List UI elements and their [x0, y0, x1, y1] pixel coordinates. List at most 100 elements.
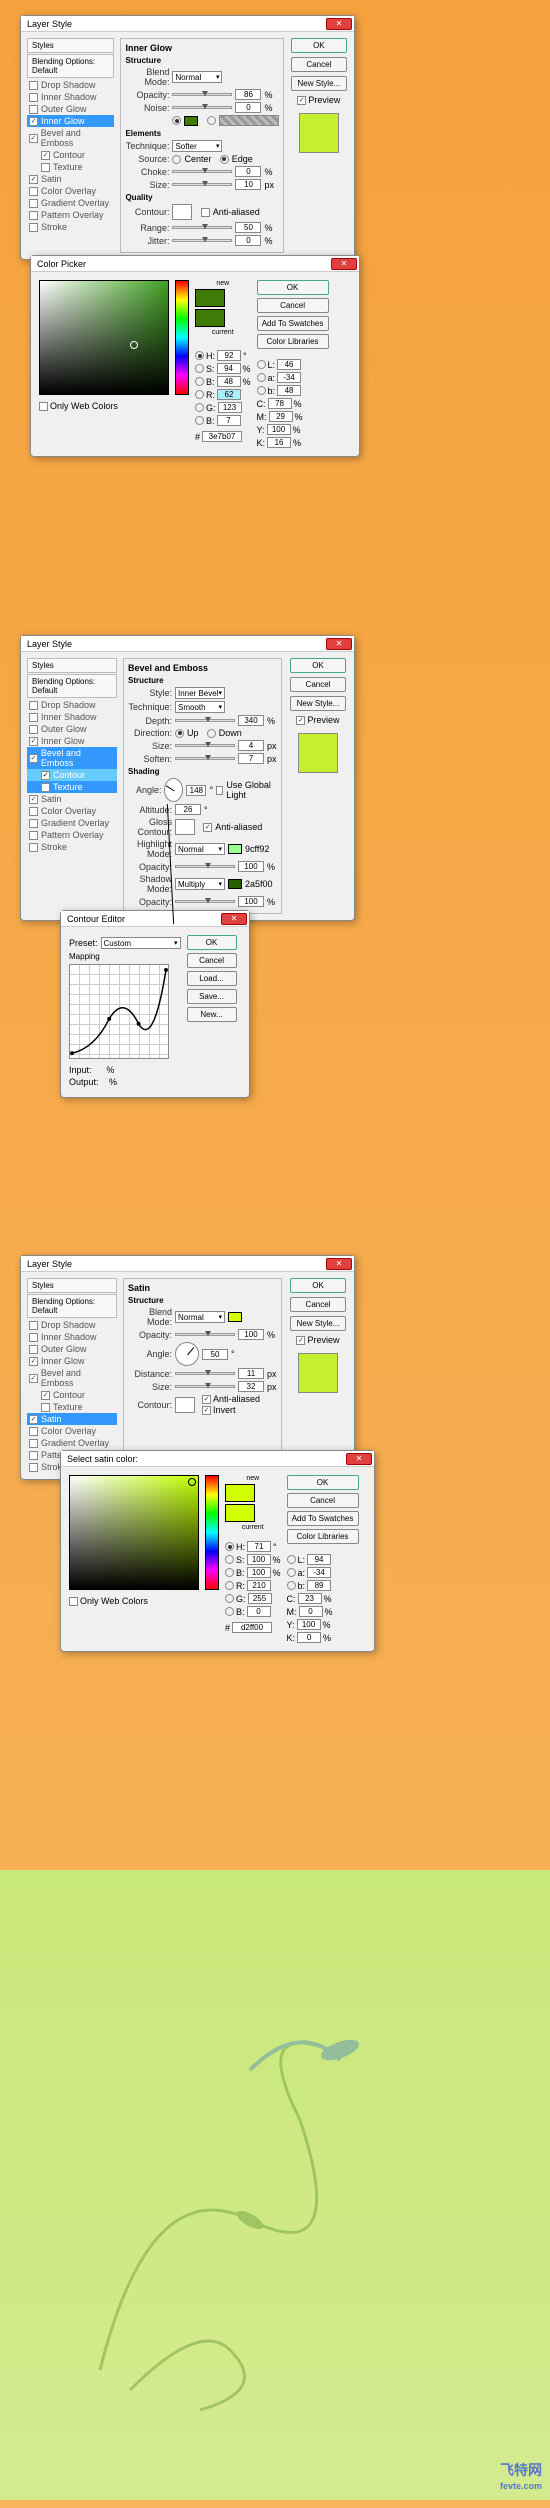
- satin-color-swatch[interactable]: [228, 1312, 242, 1322]
- style-item-inner-glow[interactable]: Inner Glow: [27, 1355, 117, 1367]
- r-radio[interactable]: [195, 390, 204, 399]
- noise-slider[interactable]: [172, 106, 232, 109]
- style-item-inner-shadow[interactable]: Inner Shadow: [27, 1331, 117, 1343]
- size-input[interactable]: 10: [235, 179, 261, 190]
- highlight-color[interactable]: [228, 844, 242, 854]
- b2-input[interactable]: 0: [247, 1606, 271, 1617]
- preview-check[interactable]: [297, 96, 306, 105]
- size-slider[interactable]: [175, 744, 235, 747]
- b2-radio[interactable]: [195, 416, 204, 425]
- color-libraries-button[interactable]: Color Libraries: [287, 1529, 359, 1544]
- gloss-contour-thumb[interactable]: [175, 819, 195, 835]
- s-radio[interactable]: [195, 364, 204, 373]
- h-radio[interactable]: [225, 1542, 234, 1551]
- g-radio[interactable]: [195, 403, 204, 412]
- new-style-button[interactable]: New Style...: [290, 1316, 346, 1331]
- soften-input[interactable]: 7: [238, 753, 264, 764]
- ce-ok-button[interactable]: OK: [187, 935, 237, 950]
- curve-editor[interactable]: [69, 964, 169, 1059]
- style-item-outer-glow[interactable]: Outer Glow: [27, 103, 114, 115]
- h-opacity-input[interactable]: 100: [238, 861, 264, 872]
- choke-slider[interactable]: [172, 170, 232, 173]
- style-item-drop-shadow[interactable]: Drop Shadow: [27, 79, 114, 91]
- c-input[interactable]: 23: [298, 1593, 322, 1604]
- close-icon[interactable]: ✕: [326, 18, 352, 30]
- style-item-contour[interactable]: Contour: [27, 769, 117, 781]
- ce-new-button[interactable]: New...: [187, 1007, 237, 1022]
- style-item-inner-shadow[interactable]: Inner Shadow: [27, 91, 114, 103]
- color-radio[interactable]: [172, 116, 181, 125]
- lab-b-radio[interactable]: [257, 386, 266, 395]
- down-radio[interactable]: [207, 729, 216, 738]
- source-center-radio[interactable]: [172, 155, 181, 164]
- angle-input[interactable]: 148: [186, 785, 206, 796]
- source-edge-radio[interactable]: [220, 155, 229, 164]
- h-input[interactable]: 71: [247, 1541, 271, 1552]
- style-item-gradient-overlay[interactable]: Gradient Overlay: [27, 817, 117, 829]
- technique-select[interactable]: Softer: [172, 140, 222, 152]
- y-input[interactable]: 100: [297, 1619, 321, 1630]
- l-input[interactable]: 94: [307, 1554, 331, 1565]
- s-input[interactable]: 94: [217, 363, 241, 374]
- k-input[interactable]: 0: [297, 1632, 321, 1643]
- new-style-button[interactable]: New Style...: [291, 76, 347, 91]
- s-radio[interactable]: [225, 1555, 234, 1564]
- style-item-stroke[interactable]: Stroke: [27, 841, 117, 853]
- b2-radio[interactable]: [225, 1607, 234, 1616]
- opacity-input[interactable]: 86: [235, 89, 261, 100]
- ce-load-button[interactable]: Load...: [187, 971, 237, 986]
- l-radio[interactable]: [257, 360, 266, 369]
- style-item-color-overlay[interactable]: Color Overlay: [27, 805, 117, 817]
- y-input[interactable]: 100: [267, 424, 291, 435]
- invert-check[interactable]: [202, 1406, 211, 1415]
- blend-mode-select[interactable]: Normal: [172, 71, 222, 83]
- style-item-stroke[interactable]: Stroke: [27, 221, 114, 233]
- new-style-button[interactable]: New Style...: [290, 696, 346, 711]
- only-web-check[interactable]: [69, 1597, 78, 1606]
- style-item-gradient-overlay[interactable]: Gradient Overlay: [27, 1437, 117, 1449]
- add-swatches-button[interactable]: Add To Swatches: [287, 1511, 359, 1526]
- noise-input[interactable]: 0: [235, 102, 261, 113]
- hex-input[interactable]: 3e7b07: [202, 431, 242, 442]
- style-item-texture[interactable]: Texture: [27, 781, 117, 793]
- b-radio[interactable]: [195, 377, 204, 386]
- h-input[interactable]: 92: [217, 350, 241, 361]
- style-item-bevel[interactable]: Bevel and Emboss: [27, 747, 117, 769]
- angle-dial[interactable]: [164, 778, 183, 802]
- h-radio[interactable]: [195, 351, 204, 360]
- m-input[interactable]: 29: [269, 411, 293, 422]
- l-input[interactable]: 46: [277, 359, 301, 370]
- distance-slider[interactable]: [175, 1372, 235, 1375]
- add-swatches-button[interactable]: Add To Swatches: [257, 316, 329, 331]
- size-slider[interactable]: [175, 1385, 235, 1388]
- style-item-gradient-overlay[interactable]: Gradient Overlay: [27, 197, 114, 209]
- depth-input[interactable]: 340: [238, 715, 264, 726]
- contour-thumb[interactable]: [172, 204, 192, 220]
- style-item-pattern-overlay[interactable]: Pattern Overlay: [27, 209, 114, 221]
- close-icon[interactable]: ✕: [331, 258, 357, 270]
- style-item-color-overlay[interactable]: Color Overlay: [27, 1425, 117, 1437]
- opacity-slider[interactable]: [172, 93, 232, 96]
- a-radio[interactable]: [257, 373, 266, 382]
- picker-cancel-button[interactable]: Cancel: [257, 298, 329, 313]
- highlight-select[interactable]: Normal: [175, 843, 225, 855]
- altitude-input[interactable]: 26: [175, 804, 201, 815]
- style-item-inner-glow[interactable]: Inner Glow: [27, 115, 114, 127]
- color-field[interactable]: [39, 280, 169, 395]
- cancel-button[interactable]: Cancel: [290, 1297, 346, 1312]
- b2-input[interactable]: 7: [217, 415, 241, 426]
- choke-input[interactable]: 0: [235, 166, 261, 177]
- ok-button[interactable]: OK: [290, 1278, 346, 1293]
- g-input[interactable]: 123: [218, 402, 242, 413]
- angle-input[interactable]: 50: [202, 1349, 228, 1360]
- b-input[interactable]: 48: [217, 376, 241, 387]
- close-icon[interactable]: ✕: [326, 638, 352, 650]
- size-input[interactable]: 32: [238, 1381, 264, 1392]
- depth-slider[interactable]: [175, 719, 235, 722]
- style-item-satin[interactable]: Satin: [27, 1413, 117, 1425]
- style-item-contour[interactable]: Contour: [27, 1389, 117, 1401]
- style-item-satin[interactable]: Satin: [27, 793, 117, 805]
- lab-b-input[interactable]: 89: [307, 1580, 331, 1591]
- preview-check[interactable]: [296, 716, 305, 725]
- picker-ok-button[interactable]: OK: [287, 1475, 359, 1490]
